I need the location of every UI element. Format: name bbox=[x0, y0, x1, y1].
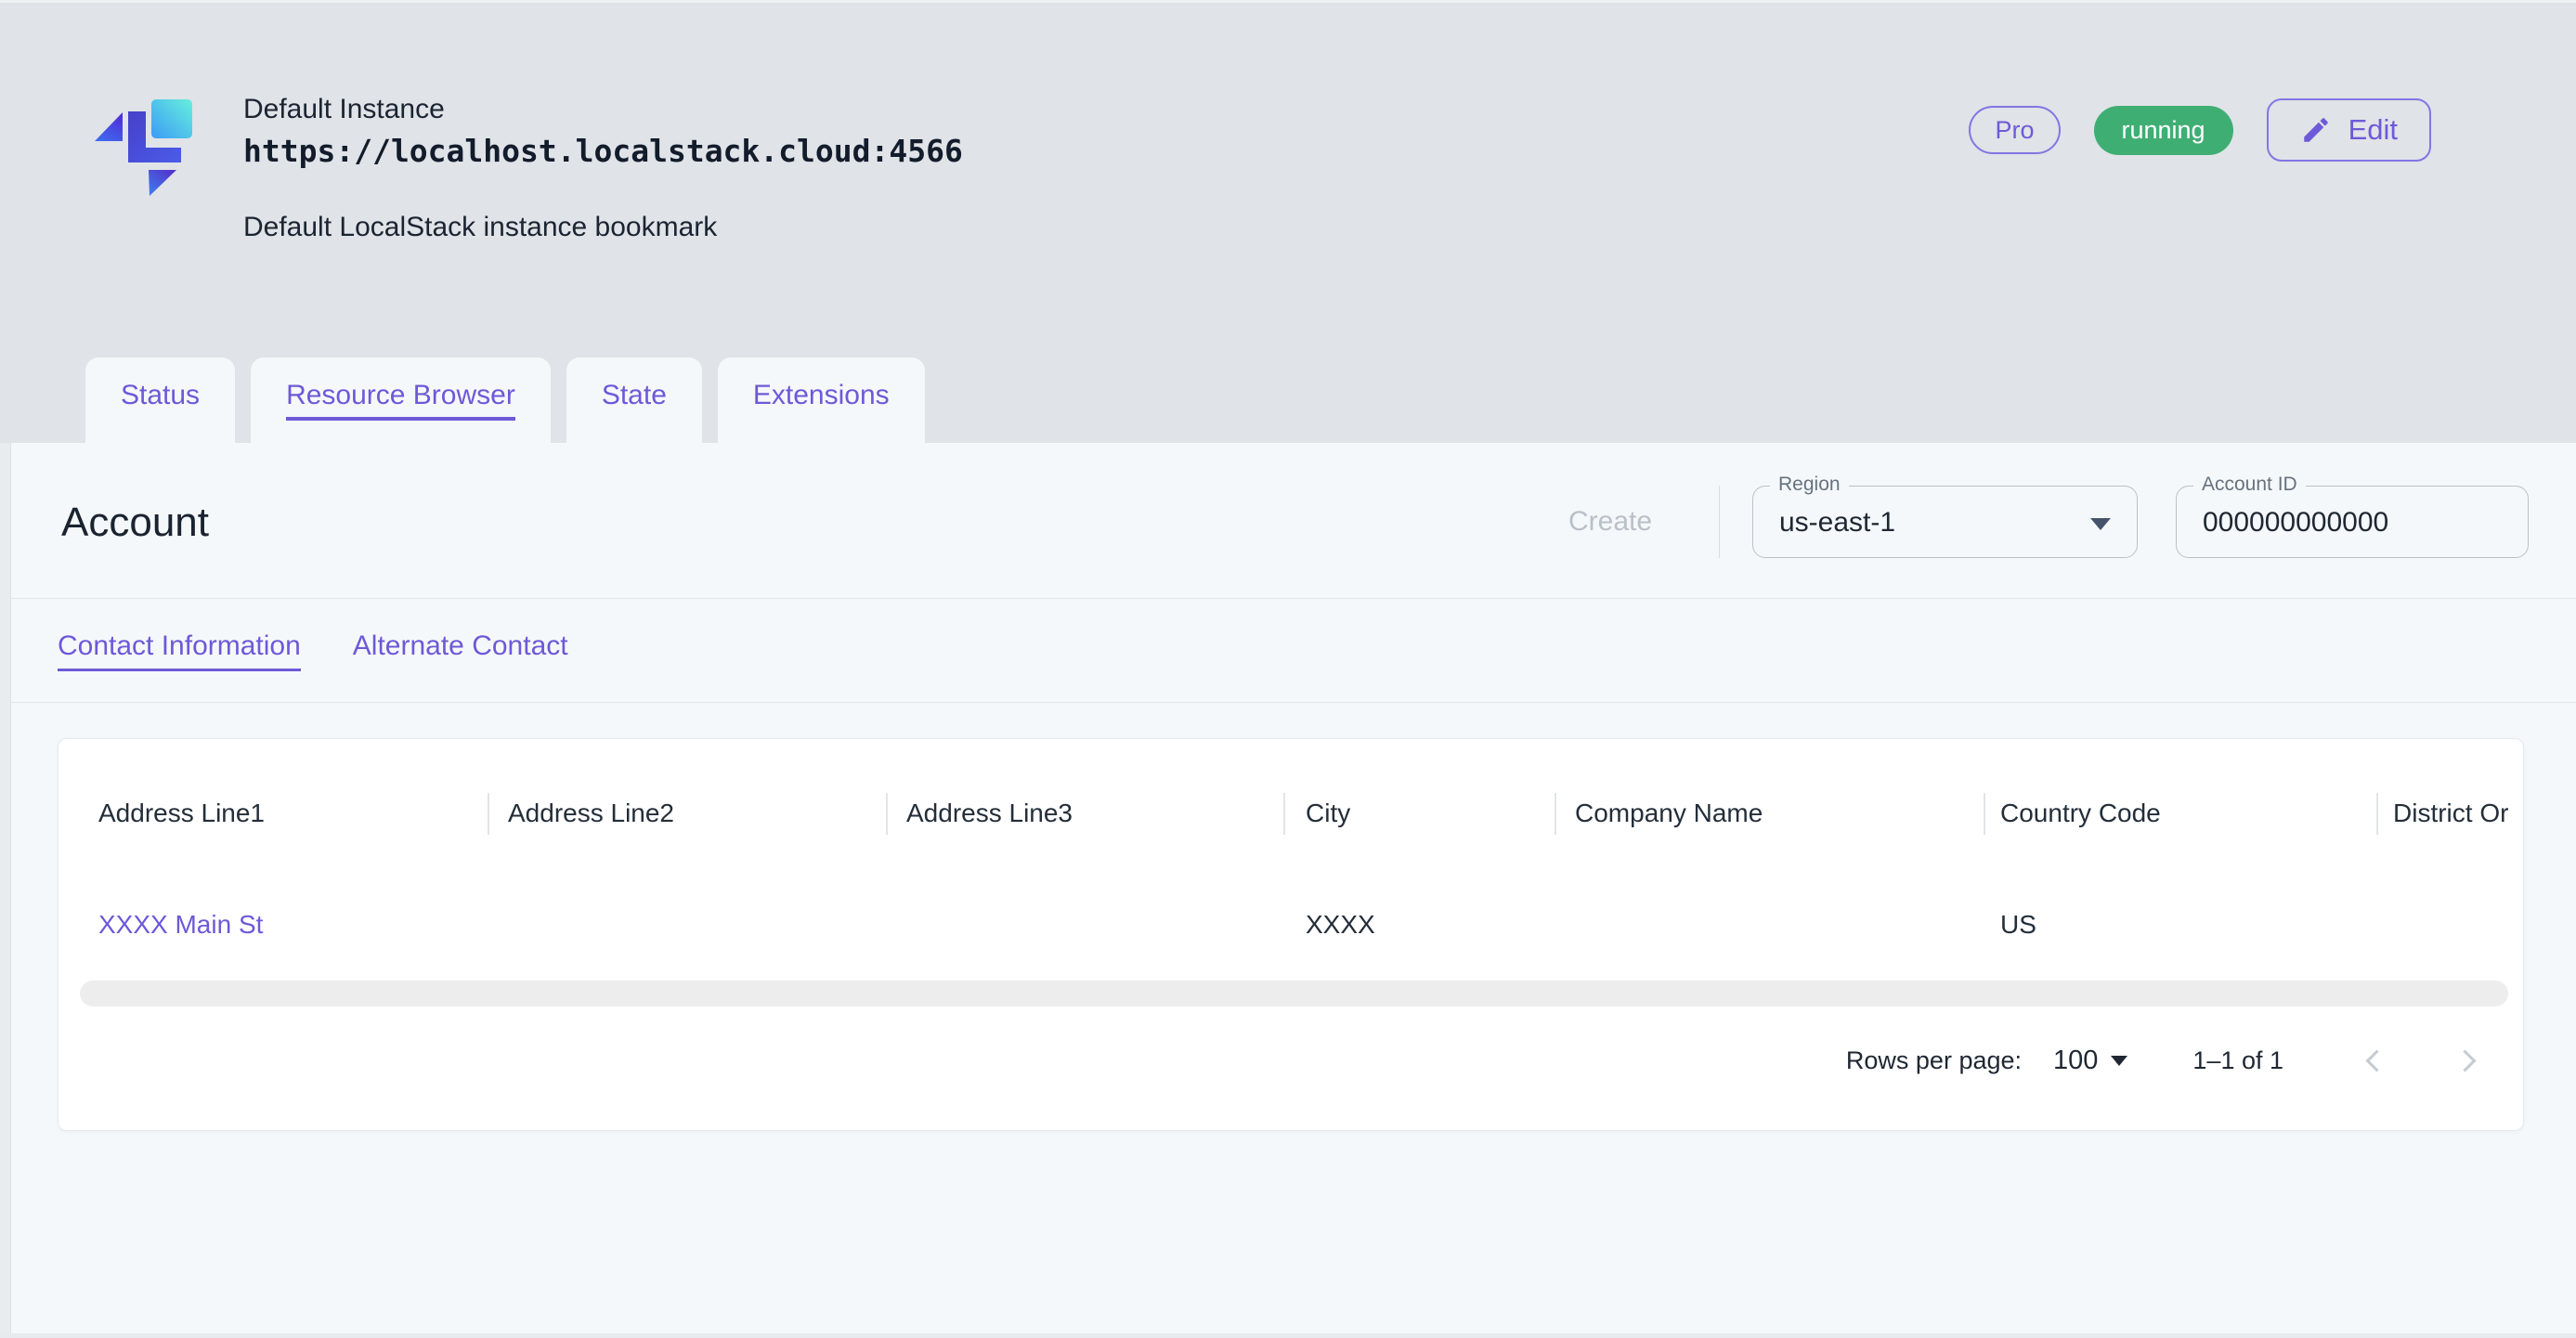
account-subtabs: Contact Information Alternate Contact bbox=[11, 599, 2576, 703]
left-edge-gutter bbox=[0, 443, 11, 1338]
subtab-contact-information[interactable]: Contact Information bbox=[58, 630, 301, 671]
instance-header: Default Instance https://localhost.local… bbox=[0, 0, 2576, 443]
column-header-address-line3: Address Line3 bbox=[886, 739, 1283, 888]
contact-information-table-card: Address Line1 Address Line2 Address Line… bbox=[58, 738, 2524, 1131]
table-header-row: Address Line1 Address Line2 Address Line… bbox=[59, 739, 2523, 888]
cell-address-line1-link[interactable]: XXXX Main St bbox=[59, 878, 488, 971]
tab-resource-browser-label: Resource Browser bbox=[286, 380, 515, 421]
column-header-address-line1: Address Line1 bbox=[59, 739, 488, 888]
column-header-district: District Or bbox=[2376, 739, 2523, 888]
cell-country-code: US bbox=[1984, 878, 2376, 971]
instance-title: Default Instance bbox=[243, 94, 963, 125]
rows-per-page-label: Rows per page: bbox=[1846, 1046, 2022, 1075]
localstack-logo-icon bbox=[93, 96, 195, 200]
pagination-range: 1–1 of 1 bbox=[2192, 1046, 2283, 1075]
rows-per-page-caret-icon[interactable] bbox=[2111, 1056, 2127, 1066]
previous-page-chevron-icon[interactable] bbox=[2365, 1049, 2387, 1072]
cell-district bbox=[2376, 878, 2523, 971]
column-header-address-line2: Address Line2 bbox=[488, 739, 886, 888]
account-id-value: 000000000000 bbox=[2203, 487, 2388, 559]
rows-per-page-select[interactable]: 100 bbox=[2053, 1046, 2098, 1076]
tab-extensions-label: Extensions bbox=[753, 380, 890, 421]
pagination-bar: Rows per page: 100 1–1 of 1 bbox=[1846, 1018, 2473, 1103]
cell-city: XXXX bbox=[1283, 878, 1555, 971]
column-header-country-code: Country Code bbox=[1984, 739, 2376, 888]
pro-badge: Pro bbox=[1969, 106, 2060, 154]
horizontal-scrollbar[interactable] bbox=[80, 981, 2508, 1007]
instance-url: https://localhost.localstack.cloud:4566 bbox=[243, 133, 963, 169]
window-bottom-edge bbox=[0, 1333, 2576, 1338]
instance-description: Default LocalStack instance bookmark bbox=[243, 212, 963, 243]
toolbar-divider bbox=[1719, 486, 1720, 558]
tab-state[interactable]: State bbox=[566, 357, 702, 443]
edit-button-label: Edit bbox=[2348, 113, 2398, 147]
resource-browser-panel: Account Create Region us-east-1 Account … bbox=[0, 443, 2576, 1338]
subtab-alternate-contact[interactable]: Alternate Contact bbox=[353, 630, 568, 671]
tab-status[interactable]: Status bbox=[85, 357, 235, 443]
region-select-value: us-east-1 bbox=[1779, 487, 1895, 559]
edit-button[interactable]: Edit bbox=[2267, 98, 2431, 162]
table-row: XXXX Main St XXXX US bbox=[59, 878, 2523, 971]
tab-resource-browser[interactable]: Resource Browser bbox=[251, 357, 551, 443]
account-id-field[interactable]: Account ID 000000000000 bbox=[2176, 486, 2529, 558]
cell-address-line3 bbox=[886, 878, 1283, 971]
column-header-company-name: Company Name bbox=[1555, 739, 1984, 888]
cell-company-name bbox=[1555, 878, 1984, 971]
tab-extensions[interactable]: Extensions bbox=[718, 357, 925, 443]
header-badges: Pro running Edit bbox=[1969, 98, 2431, 162]
page-title: Account bbox=[61, 500, 209, 546]
tab-state-label: State bbox=[602, 380, 667, 421]
chevron-down-icon bbox=[2090, 518, 2111, 530]
main-tabs: Status Resource Browser State Extensions bbox=[85, 357, 925, 443]
next-page-chevron-icon[interactable] bbox=[2453, 1049, 2476, 1072]
region-select[interactable]: Region us-east-1 bbox=[1752, 486, 2138, 558]
create-button[interactable]: Create bbox=[1568, 486, 1652, 558]
column-header-city: City bbox=[1283, 739, 1555, 888]
cell-address-line2 bbox=[488, 878, 886, 971]
pencil-icon bbox=[2300, 114, 2332, 146]
tab-status-label: Status bbox=[121, 380, 200, 421]
running-status-badge: running bbox=[2094, 106, 2233, 155]
